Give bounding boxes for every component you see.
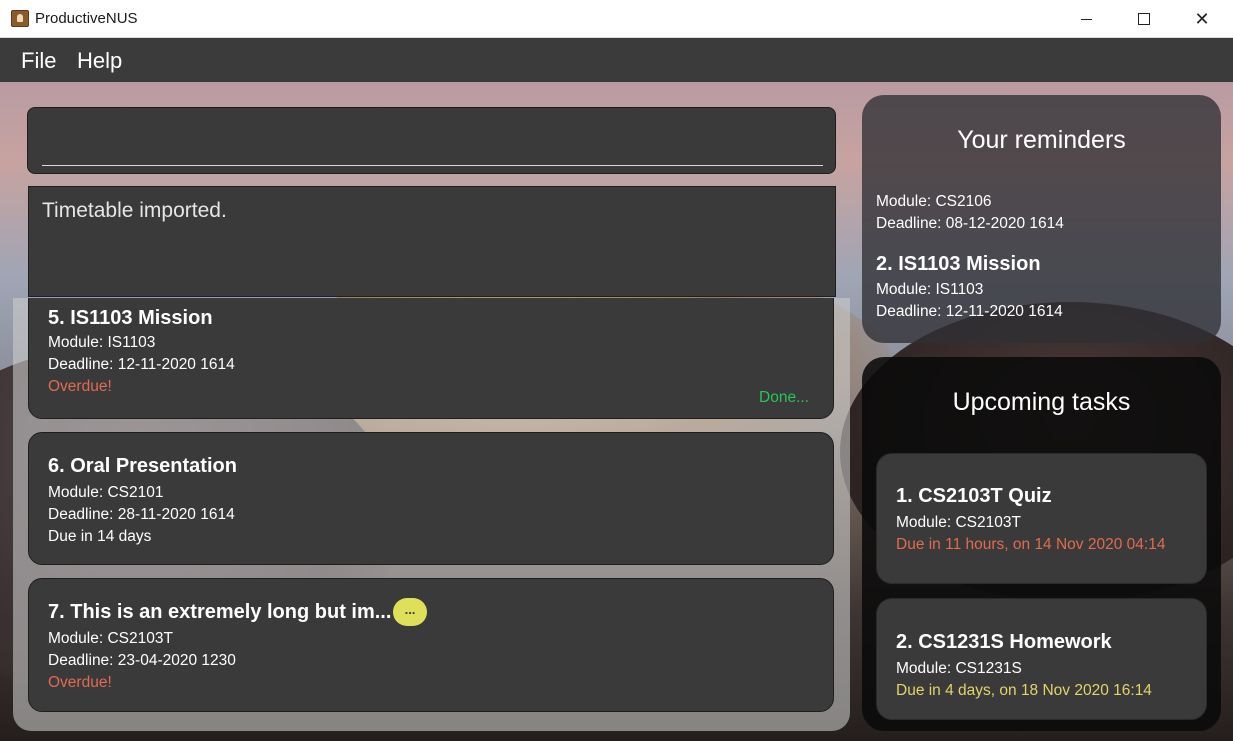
maximize-icon (1138, 13, 1150, 25)
upcoming-task-module: Module: CS2103T (896, 514, 1021, 531)
upcoming-task-due: Due in 11 hours, on 14 Nov 2020 04:14 (896, 536, 1166, 553)
title-bar: ProductiveNUS ✕ (0, 0, 1233, 38)
result-display: Timetable imported. (28, 186, 836, 297)
upcoming-task-module: Module: CS1231S (896, 660, 1022, 677)
task-done-button[interactable]: Done... (759, 389, 809, 407)
reminder-deadline: Deadline: 08-12-2020 1614 (876, 215, 1064, 232)
command-input[interactable] (42, 126, 823, 166)
upcoming-task-title: 2. CS1231S Homework (896, 631, 1112, 653)
upcoming-task-card[interactable]: 2. CS1231S Homework Module: CS1231S Due … (876, 598, 1207, 720)
reminder-module: Module: CS2106 (876, 193, 992, 210)
reminders-heading: Your reminders (957, 126, 1126, 154)
close-button[interactable]: ✕ (1173, 0, 1231, 38)
result-text: Timetable imported. (42, 199, 227, 222)
task-module: Module: IS1103 (48, 334, 156, 351)
close-icon: ✕ (1194, 8, 1210, 29)
reminder-deadline: Deadline: 12-11-2020 1614 (876, 303, 1063, 320)
task-deadline: Deadline: 23-04-2020 1230 (48, 652, 236, 669)
reminder-title: 2. IS1103 Mission (876, 253, 1041, 275)
minimize-button[interactable] (1057, 0, 1115, 38)
task-card[interactable]: 6. Oral Presentation Module: CS2101 Dead… (28, 432, 834, 565)
task-module: Module: CS2101 (48, 484, 164, 501)
menu-help[interactable]: Help (77, 48, 122, 74)
expand-title-button[interactable]: ... (393, 598, 427, 626)
task-title: 5. IS1103 Mission (48, 307, 213, 329)
task-module: Module: CS2103T (48, 630, 173, 647)
upcoming-task-due: Due in 4 days, on 18 Nov 2020 16:14 (896, 682, 1152, 699)
command-box (27, 107, 836, 174)
task-title: 7. This is an extremely long but im... (48, 601, 392, 623)
task-card[interactable]: 7. This is an extremely long but im... .… (28, 578, 834, 712)
upcoming-task-title: 1. CS2103T Quiz (896, 485, 1052, 507)
minimize-icon (1080, 18, 1092, 20)
upcoming-tasks-panel[interactable]: Upcoming tasks 1. CS2103T Quiz Module: C… (862, 357, 1221, 731)
task-deadline: Deadline: 28-11-2020 1614 (48, 506, 235, 523)
reminders-panel[interactable]: Your reminders Module: CS2106 Deadline: … (862, 95, 1221, 343)
task-status: Overdue! (48, 674, 112, 691)
task-title: 6. Oral Presentation (48, 455, 237, 477)
task-deadline: Deadline: 12-11-2020 1614 (48, 356, 235, 373)
app-icon (11, 10, 29, 27)
reminder-module: Module: IS1103 (876, 281, 984, 298)
task-status: Due in 14 days (48, 528, 152, 545)
menu-bar: File Help (0, 38, 1233, 82)
upcoming-heading: Upcoming tasks (952, 388, 1131, 416)
task-list-panel[interactable]: 5. IS1103 Mission Module: IS1103 Deadlin… (13, 298, 850, 731)
upcoming-task-card[interactable]: 1. CS2103T Quiz Module: CS2103T Due in 1… (876, 453, 1207, 584)
task-status: Overdue! (48, 378, 112, 395)
maximize-button[interactable] (1115, 0, 1173, 38)
task-card[interactable]: 5. IS1103 Mission Module: IS1103 Deadlin… (28, 298, 834, 419)
window-title: ProductiveNUS (35, 10, 138, 27)
menu-file[interactable]: File (21, 48, 56, 74)
